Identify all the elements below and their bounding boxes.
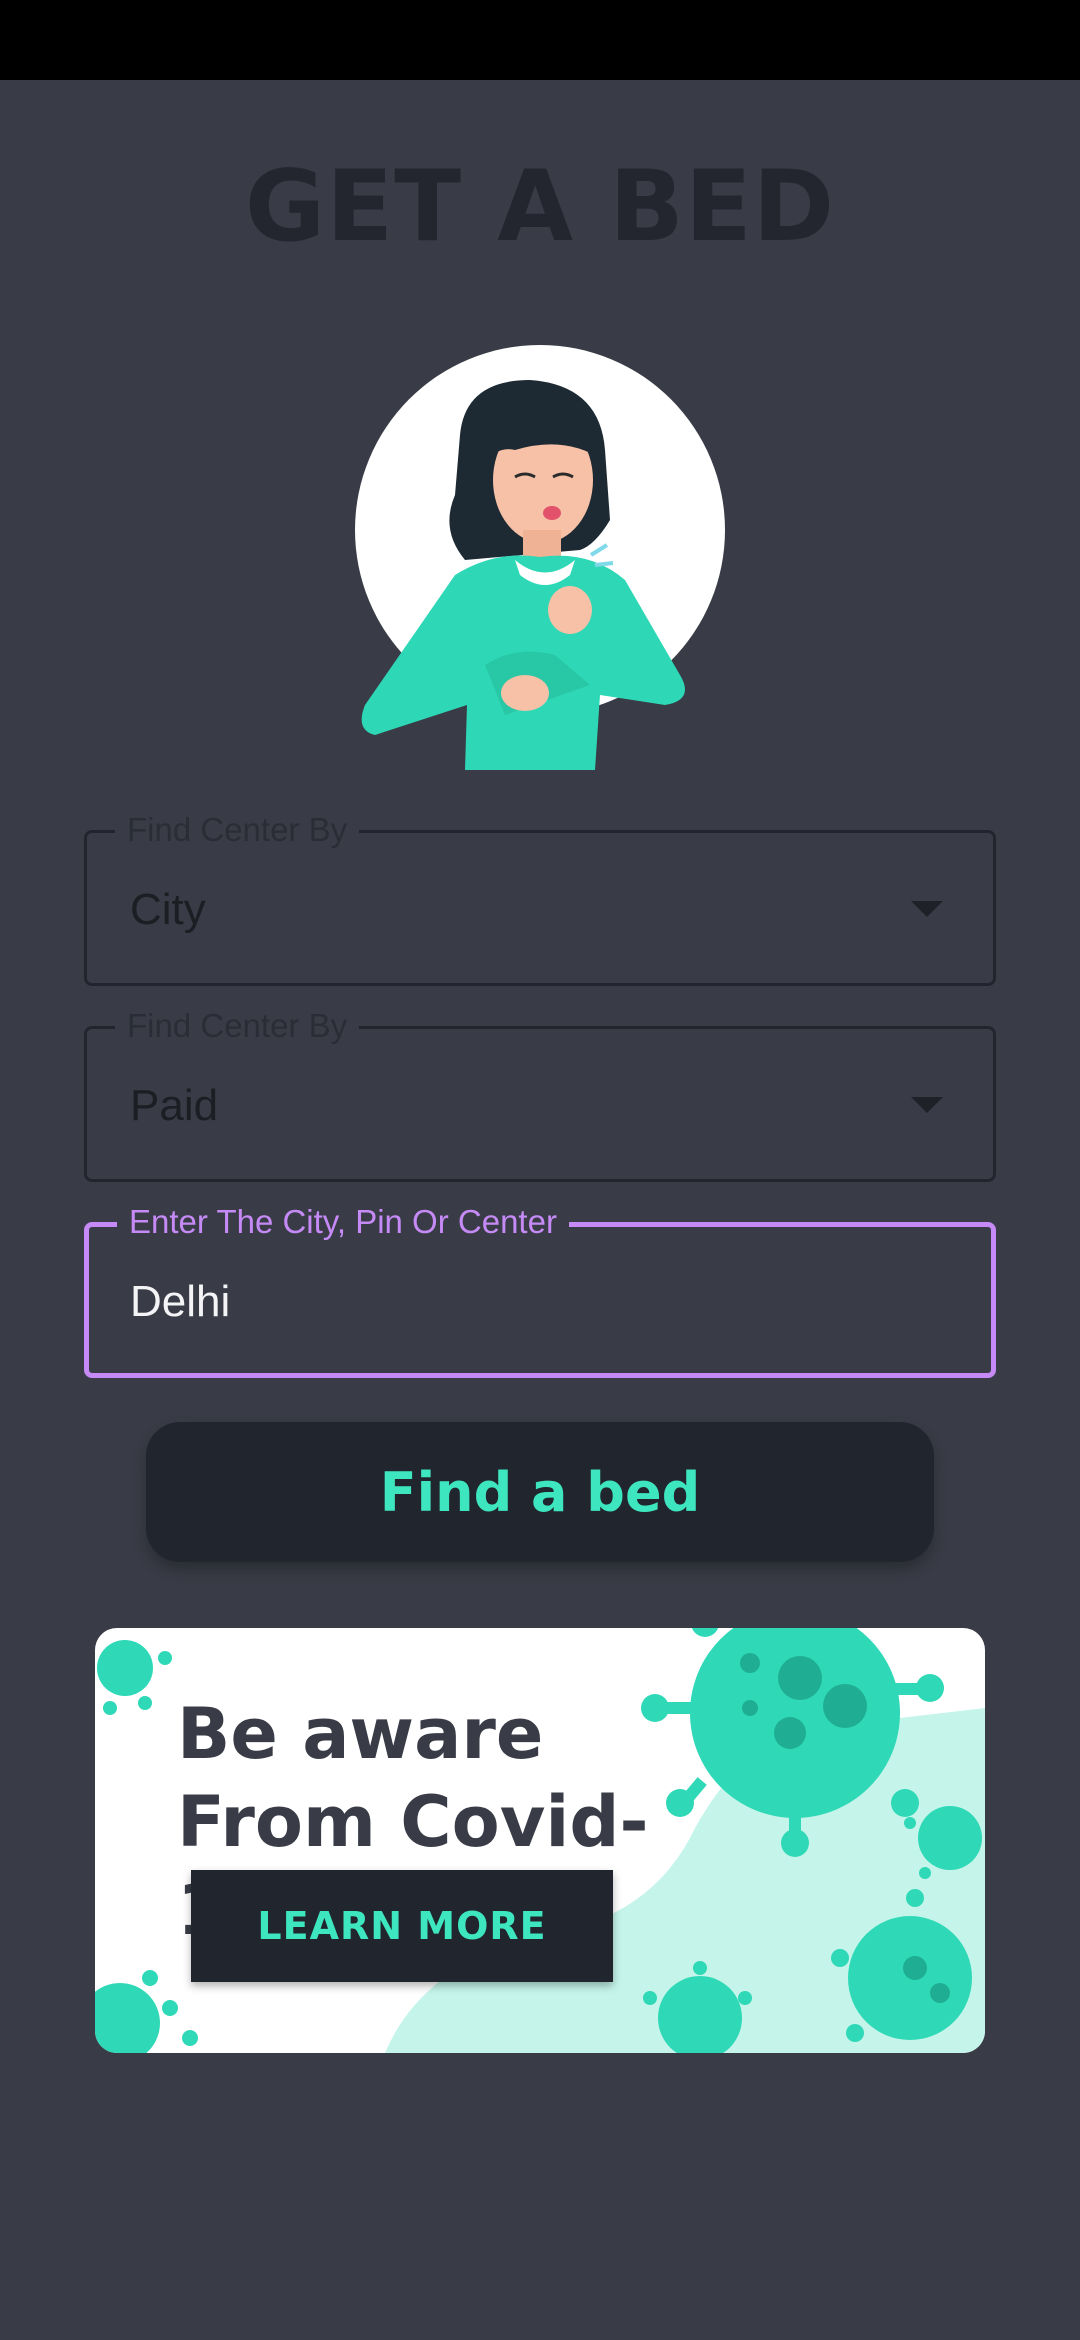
payment-type-value: Paid	[130, 1081, 219, 1130]
covid-awareness-banner: Be aware From Covid-19 LEARN MORE	[95, 1628, 985, 2053]
learn-more-button[interactable]: LEARN MORE	[191, 1870, 613, 1982]
chevron-down-icon[interactable]	[911, 1097, 943, 1113]
coughing-woman-illustration	[355, 345, 735, 770]
center-type-value: City	[130, 885, 206, 934]
find-bed-button[interactable]: Find a bed	[146, 1422, 934, 1562]
payment-type-label: Find Center By	[115, 1007, 360, 1045]
payment-type-select[interactable]: Find Center By Paid	[84, 1007, 996, 1182]
chevron-down-icon[interactable]	[911, 901, 943, 917]
search-input[interactable]: Delhi	[130, 1277, 230, 1327]
search-field[interactable]: Enter The City, Pin Or Center Delhi	[84, 1203, 996, 1378]
page-title: GET A BED	[244, 150, 836, 264]
status-bar	[0, 0, 1080, 80]
center-type-label: Find Center By	[115, 811, 360, 849]
search-label: Enter The City, Pin Or Center	[117, 1203, 569, 1241]
center-type-select[interactable]: Find Center By City	[84, 811, 996, 986]
